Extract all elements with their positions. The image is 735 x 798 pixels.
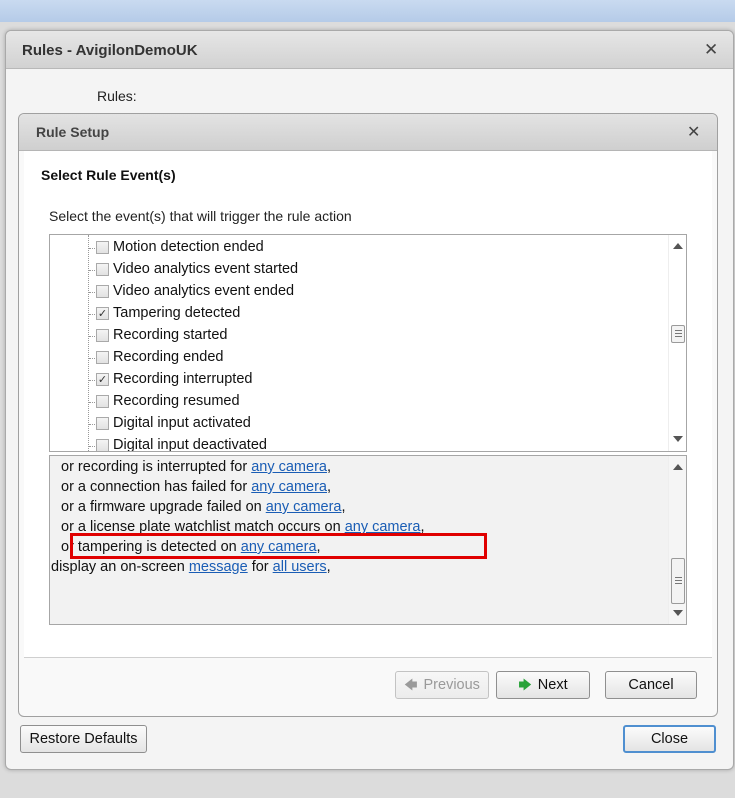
event-tree-item[interactable]: Motion detection ended xyxy=(50,237,650,259)
rules-close-icon[interactable]: ✕ xyxy=(704,40,718,60)
rule-summary-box: or recording is interrupted for any came… xyxy=(49,455,687,625)
rules-dialog-title: Rules - AvigilonDemoUK xyxy=(22,42,198,59)
event-label: Digital input activated xyxy=(113,415,251,431)
summary-scrollbar[interactable] xyxy=(668,456,686,624)
event-checkbox[interactable]: ✓ xyxy=(96,373,109,386)
event-tree-item[interactable]: Video analytics event started xyxy=(50,259,650,281)
grip-line xyxy=(675,330,682,331)
rules-label: Rules: xyxy=(97,88,137,104)
event-label: Recording ended xyxy=(113,349,224,365)
summary-line-action: display an on-screen message for all use… xyxy=(51,559,331,575)
event-tree-item[interactable]: Recording started xyxy=(50,325,650,347)
event-checkbox[interactable] xyxy=(96,395,109,408)
event-label: Video analytics event ended xyxy=(113,283,295,299)
scroll-up-icon[interactable] xyxy=(673,243,683,249)
any-camera-link[interactable]: any camera xyxy=(251,479,327,495)
rules-dialog-header: Rules - AvigilonDemoUK ✕ xyxy=(6,31,733,69)
event-label: Digital input deactivated xyxy=(113,437,267,452)
event-label: Motion detection ended xyxy=(113,239,264,255)
grip-line xyxy=(675,583,682,584)
arrow-left-icon: 🡄 xyxy=(404,678,418,693)
background-window-strip xyxy=(0,0,735,22)
rules-dialog: Rules - AvigilonDemoUK ✕ Rules: Rule Set… xyxy=(5,30,734,770)
event-tree-item[interactable]: ✓ Recording interrupted xyxy=(50,369,650,391)
any-camera-link[interactable]: any camera xyxy=(251,459,327,475)
close-button[interactable]: Close xyxy=(623,725,716,753)
summary-scroll-thumb[interactable] xyxy=(671,558,685,604)
grip-line xyxy=(675,577,682,578)
summary-line: or a connection has failed for any camer… xyxy=(61,479,332,495)
next-button[interactable]: 🡆 Next xyxy=(496,671,590,699)
event-tree-item[interactable]: Recording ended xyxy=(50,347,650,369)
arrow-right-icon: 🡆 xyxy=(518,678,532,693)
instruction-text: Select the event(s) that will trigger th… xyxy=(49,208,352,224)
scroll-down-icon[interactable] xyxy=(673,610,683,616)
event-tree[interactable]: Motion detection ended Video analytics ev… xyxy=(49,234,687,452)
grip-line xyxy=(675,336,682,337)
highlight-box xyxy=(70,533,487,559)
message-link[interactable]: message xyxy=(189,559,248,575)
grip-line xyxy=(675,333,682,334)
event-tree-item[interactable]: ✓ Tampering detected xyxy=(50,303,650,325)
all-users-link[interactable]: all users xyxy=(273,559,327,575)
event-checkbox[interactable] xyxy=(96,241,109,254)
event-checkbox[interactable]: ✓ xyxy=(96,307,109,320)
event-tree-item[interactable]: Digital input activated xyxy=(50,413,650,435)
event-label: Tampering detected xyxy=(113,305,241,321)
previous-button[interactable]: 🡄 Previous xyxy=(395,671,489,699)
scroll-down-icon[interactable] xyxy=(673,436,683,442)
scroll-up-icon[interactable] xyxy=(673,464,683,470)
event-checkbox[interactable] xyxy=(96,351,109,364)
event-tree-item[interactable]: Video analytics event ended xyxy=(50,281,650,303)
event-label: Video analytics event started xyxy=(113,261,299,277)
summary-line: or a firmware upgrade failed on any came… xyxy=(61,499,346,515)
rule-setup-close-icon[interactable]: ✕ xyxy=(687,122,700,141)
rule-setup-body: Select Rule Event(s) Select the event(s)… xyxy=(24,151,712,658)
event-label: Recording interrupted xyxy=(113,371,253,387)
event-tree-item[interactable]: Digital input deactivated xyxy=(50,435,650,452)
restore-defaults-button[interactable]: Restore Defaults xyxy=(20,725,147,753)
event-checkbox[interactable] xyxy=(96,439,109,451)
event-checkbox[interactable] xyxy=(96,263,109,276)
event-tree-scrollbar[interactable] xyxy=(668,235,686,451)
any-camera-link[interactable]: any camera xyxy=(266,499,342,515)
summary-line: or recording is interrupted for any came… xyxy=(61,459,331,475)
event-checkbox[interactable] xyxy=(96,329,109,342)
rule-setup-header: Rule Setup ✕ xyxy=(19,114,717,151)
event-tree-item[interactable]: Recording resumed xyxy=(50,391,650,413)
cancel-button[interactable]: Cancel xyxy=(605,671,697,699)
event-checkbox[interactable] xyxy=(96,285,109,298)
rule-setup-dialog: Rule Setup ✕ Select Rule Event(s) Select… xyxy=(18,113,718,717)
rule-setup-title: Rule Setup xyxy=(36,124,110,140)
event-checkbox[interactable] xyxy=(96,417,109,430)
event-tree-scroll-thumb[interactable] xyxy=(671,325,685,343)
event-label: Recording resumed xyxy=(113,393,240,409)
grip-line xyxy=(675,580,682,581)
section-title: Select Rule Event(s) xyxy=(41,167,176,183)
event-label: Recording started xyxy=(113,327,228,343)
